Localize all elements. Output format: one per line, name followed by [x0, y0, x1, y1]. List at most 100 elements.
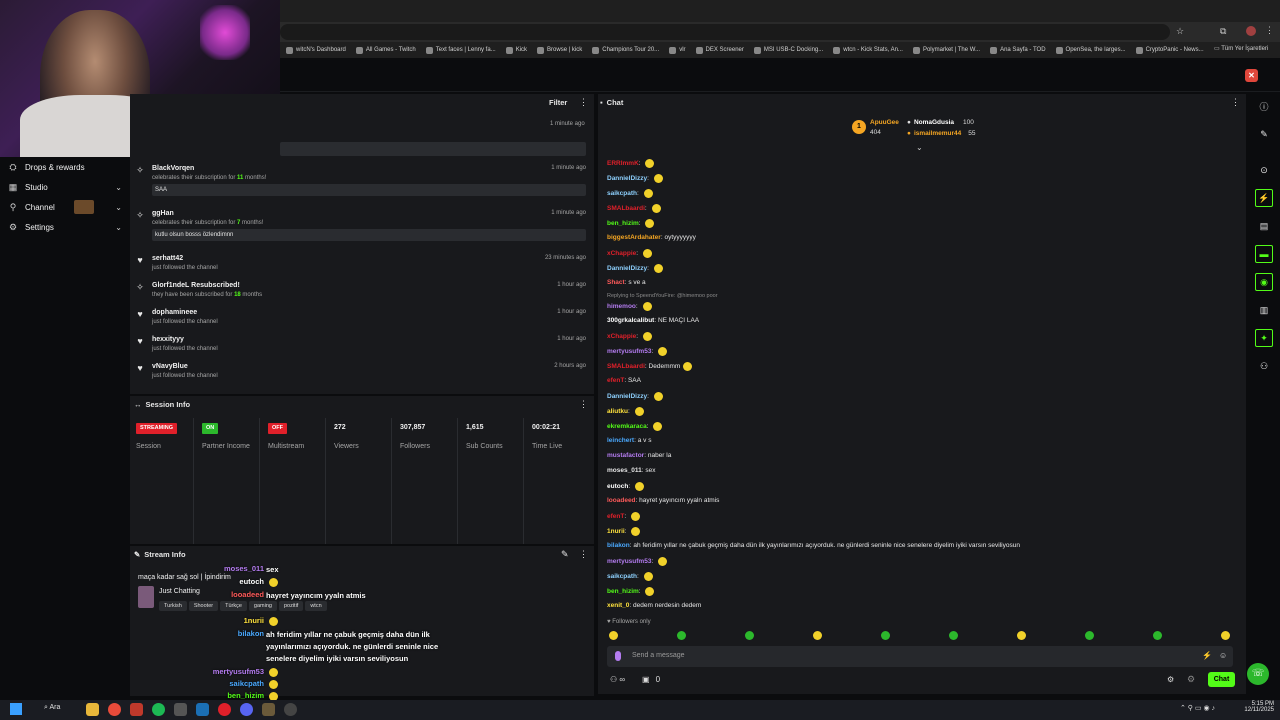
chat-username[interactable]: xChappie [607, 333, 636, 340]
extensions-icon[interactable]: ⧉ [1220, 26, 1226, 37]
bookmark-item[interactable]: DEX Screener [695, 46, 744, 54]
chat-username[interactable]: efenT [607, 513, 624, 520]
chat-username[interactable]: DannielDizzy [607, 265, 647, 272]
stream-tag[interactable]: Turkish [159, 601, 187, 611]
emote-icon[interactable] [1153, 631, 1162, 640]
shortcut-icon[interactable]: ⚡ [1202, 651, 1212, 660]
chat-username[interactable]: eutoch [607, 483, 628, 490]
broadcast-icon[interactable]: ◉ [1255, 273, 1273, 291]
target-icon[interactable]: ⊙ [1255, 161, 1273, 179]
emote-icon[interactable] [949, 631, 958, 640]
group-icon[interactable]: ⚇ [1255, 357, 1273, 375]
bookmark-item[interactable]: CryptoPanic - News... [1135, 46, 1204, 54]
chat-username[interactable]: 1nurii [607, 528, 625, 535]
chat-username[interactable]: mustafactor [607, 452, 644, 459]
expand-icon[interactable]: ⌄ [916, 143, 923, 152]
steam-icon[interactable] [196, 703, 209, 716]
info-icon[interactable]: ⓘ [1255, 97, 1273, 115]
chat-username[interactable]: biggestArdahater [607, 234, 661, 241]
chat-username[interactable]: SMALbaardi [607, 363, 645, 370]
chat-username[interactable]: leinchert [607, 437, 634, 444]
layout-icon[interactable]: ▥ [1255, 301, 1273, 319]
feed-username[interactable]: dophamineee [152, 309, 197, 316]
app-icon[interactable] [130, 703, 143, 716]
emote-icon[interactable] [609, 631, 618, 640]
spotify-icon[interactable] [152, 703, 165, 716]
app-icon[interactable] [174, 703, 187, 716]
chat-username[interactable]: xChappie [607, 250, 636, 257]
bookmark-item[interactable]: Text faces | Lenny fa... [425, 46, 496, 54]
chat-username[interactable]: SMALbaardi [607, 205, 645, 212]
more-icon[interactable]: ⋮ [1231, 97, 1240, 108]
lightning-icon[interactable]: ⚡ [1255, 189, 1273, 207]
emote-icon[interactable] [813, 631, 822, 640]
file-explorer-icon[interactable] [86, 703, 99, 716]
sidebar-item-studio[interactable]: ▦ Studio ⌄ [8, 179, 124, 195]
chat-username[interactable]: saikcpath [607, 573, 637, 580]
all-bookmarks[interactable]: ▭ Tüm Yer İşaretleri [1214, 45, 1268, 52]
top-gifter-3[interactable]: ● ismailmemur44 55 [907, 130, 976, 137]
more-icon[interactable]: ⋮ [579, 97, 588, 108]
feed-username[interactable]: hexxityyy [152, 336, 184, 343]
mic-icon[interactable] [615, 651, 621, 661]
help-chat-icon[interactable]: ☏ [1247, 663, 1269, 685]
profile-avatar[interactable] [1246, 26, 1256, 36]
bookmark-item[interactable]: Champions Tour 20... [592, 46, 659, 54]
stream-tag[interactable]: Türkçe [220, 601, 247, 611]
top-gifter-name[interactable]: ApuuGee [870, 119, 899, 126]
channel-points[interactable]: ▣ 0 [642, 675, 660, 684]
bookmark-item[interactable]: Kick [505, 46, 527, 54]
chat-username[interactable]: DannielDizzy [607, 175, 647, 182]
chat-username[interactable]: aliutku [607, 408, 628, 415]
chat-username[interactable]: moses_011 [607, 467, 642, 474]
clipboard-icon[interactable]: ▤ [1255, 217, 1273, 235]
discord-icon[interactable] [240, 703, 253, 716]
clock[interactable]: 5:15 PM 12/11/2025 [1240, 701, 1274, 713]
app-icon[interactable] [218, 703, 231, 716]
emoji-icon[interactable]: ☺ [1219, 651, 1227, 660]
emote-icon[interactable] [1085, 631, 1094, 640]
filter-button[interactable]: Filter [549, 98, 567, 107]
chat-username[interactable]: xenit_0 [607, 602, 629, 609]
stream-tag[interactable]: Shooter [188, 601, 219, 611]
bookmark-item[interactable]: wtcn - Kick Stats, An... [833, 46, 903, 54]
viewers-icon[interactable]: ⚇ ∞ [610, 675, 625, 684]
chat-username[interactable]: Shact [607, 279, 625, 286]
address-bar[interactable] [280, 24, 1170, 40]
feed-username[interactable]: Glorf1ndeL Resubscribed! [152, 282, 240, 289]
feed-username[interactable]: serhatt42 [152, 255, 183, 262]
pencil-icon[interactable]: ✎ [1255, 125, 1273, 143]
more-icon[interactable]: ⋮ [579, 399, 588, 410]
bookmark-item[interactable]: Ana Sayfa - TOD [990, 46, 1046, 54]
top-gifter-2[interactable]: ● NomaGdusia 100 [907, 119, 974, 126]
stream-tag[interactable]: pozitif [278, 601, 304, 611]
chat-username[interactable]: saikcpath [607, 190, 637, 197]
emote-icon[interactable] [677, 631, 686, 640]
chat-username[interactable]: himemoo [607, 303, 636, 310]
stream-tag[interactable]: wtcn [305, 601, 327, 611]
edit-icon[interactable]: ✎ [561, 549, 569, 560]
bookmark-item[interactable]: Browse | kick [537, 46, 582, 54]
bookmark-item[interactable]: MSI USB-C Docking... [753, 46, 823, 54]
chat-icon[interactable]: ▬ [1255, 245, 1273, 263]
feed-username[interactable]: vNavyBlue [152, 363, 188, 370]
sidebar-item-drops[interactable]: ⛭ Drops & rewards [8, 159, 124, 175]
chat-username[interactable]: ben_hizim [607, 588, 639, 595]
chat-username[interactable]: ben_hizim [607, 220, 639, 227]
chat-username[interactable]: mertyusufm53 [607, 558, 651, 565]
feed-username[interactable]: BlackVorqen [152, 165, 194, 172]
chat-username[interactable]: DannielDizzy [607, 393, 647, 400]
chat-username[interactable]: ekremkaraca [607, 423, 647, 430]
feed-username[interactable]: ggHan [152, 210, 174, 217]
emote-icon[interactable] [881, 631, 890, 640]
chrome-icon[interactable] [108, 703, 121, 716]
settings-icon[interactable]: ⚙ [1167, 675, 1174, 684]
chat-username[interactable]: efenT [607, 377, 624, 384]
windows-start-icon[interactable] [10, 703, 22, 715]
tray-icons[interactable]: ⌃ ⚲ ▭ ◉ ♪ [1180, 704, 1215, 712]
send-chat-button[interactable]: Chat [1208, 672, 1235, 687]
sidebar-item-settings[interactable]: ⚙ Settings ⌄ [8, 219, 124, 235]
emote-icon[interactable] [745, 631, 754, 640]
chat-username[interactable]: mertyusufm53 [607, 348, 651, 355]
star-icon[interactable]: ☆ [1176, 26, 1184, 37]
